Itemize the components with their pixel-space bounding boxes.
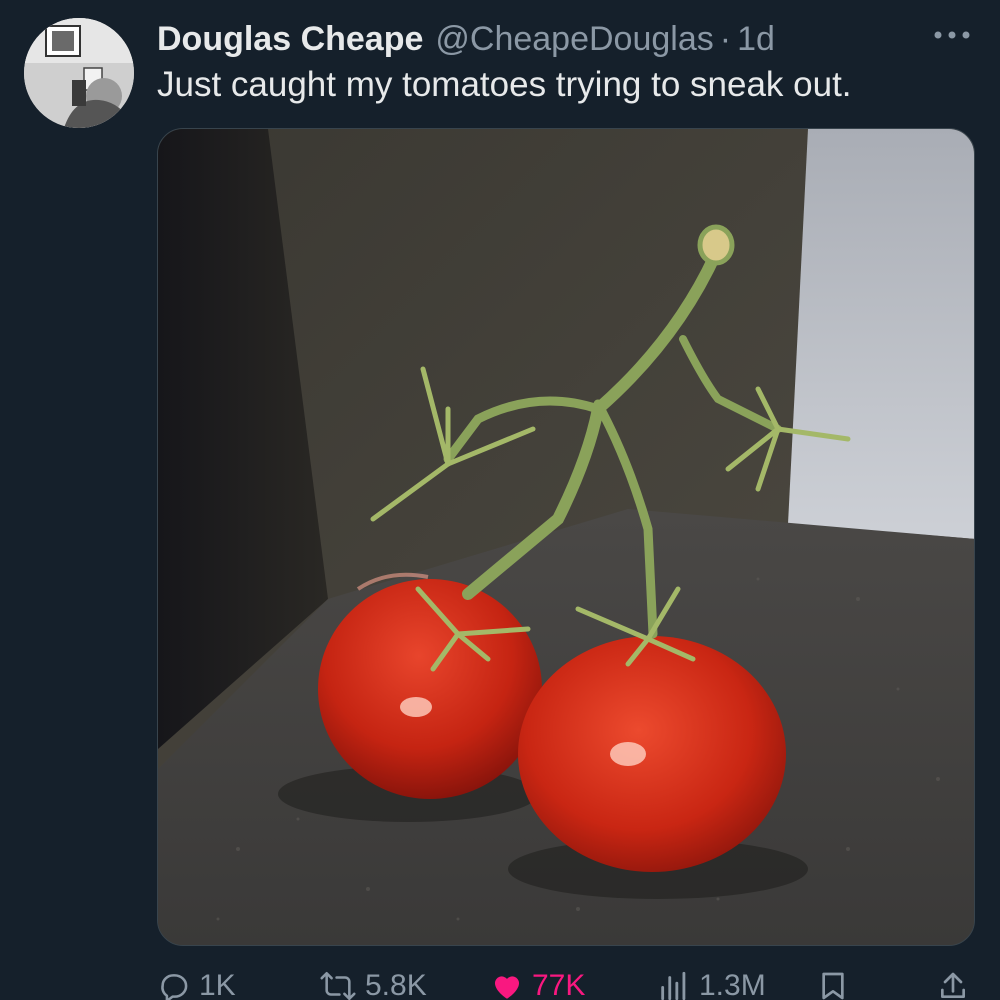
- views-count: 1.3M: [699, 969, 766, 1000]
- avatar-photo: [24, 18, 134, 128]
- repost-button[interactable]: 5.8K: [319, 966, 427, 1000]
- tweet-timestamp[interactable]: 1d: [737, 20, 775, 59]
- repost-icon: [320, 971, 356, 1000]
- bookmark-button[interactable]: [817, 966, 857, 1000]
- like-count: 77K: [532, 969, 586, 1000]
- views-button[interactable]: 1.3M: [657, 966, 766, 1000]
- share-button[interactable]: [937, 966, 977, 1000]
- separator-dot: ·: [719, 19, 732, 58]
- heart-icon: [494, 976, 520, 999]
- bookmark-icon: [822, 972, 844, 1000]
- more-options-button[interactable]: [930, 20, 974, 50]
- reply-icon: [161, 974, 188, 1000]
- repost-count: 5.8K: [365, 969, 427, 1000]
- share-icon: [941, 972, 965, 998]
- reply-button[interactable]: 1K: [157, 966, 236, 1000]
- analytics-icon: [661, 971, 686, 1000]
- tweet-action-bar: 1K 5.8K 77K 1.3M: [157, 966, 976, 1000]
- tweet-text: Just caught my tomatoes trying to sneak …: [157, 65, 852, 104]
- tweet-header: Douglas Cheape @CheapeDouglas · 1d: [157, 14, 976, 64]
- more-options-icon: [934, 31, 970, 39]
- author-display-name[interactable]: Douglas Cheape: [157, 20, 423, 59]
- avatar[interactable]: [24, 18, 134, 128]
- like-button[interactable]: 77K: [490, 966, 585, 1000]
- author-handle[interactable]: @CheapeDouglas: [435, 20, 713, 59]
- tomatoes-photo: [158, 129, 974, 945]
- tweet: Douglas Cheape @CheapeDouglas · 1d Just …: [0, 0, 1000, 1000]
- reply-count: 1K: [199, 969, 236, 1000]
- tweet-photo[interactable]: [157, 128, 975, 946]
